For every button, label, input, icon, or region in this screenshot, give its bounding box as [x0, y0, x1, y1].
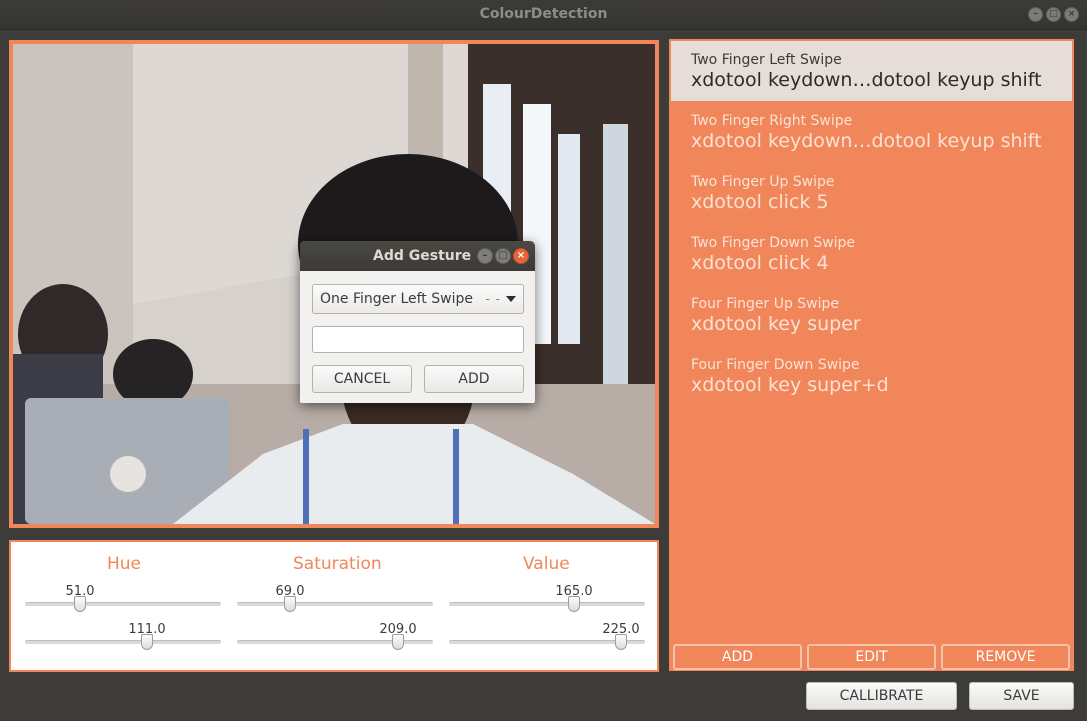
hue-max-slider[interactable]: 111.0: [25, 622, 221, 650]
gesture-name: Four Finger Down Swipe: [691, 357, 860, 373]
hue-min-slider[interactable]: 51.0: [25, 584, 221, 612]
slider-thumb[interactable]: [284, 596, 296, 612]
slider-track: [25, 602, 221, 606]
gesture-command: xdotool keydown…dotool keyup shift: [691, 69, 1042, 91]
close-icon[interactable]: ×: [513, 248, 529, 264]
gesture-name: Four Finger Up Swipe: [691, 296, 840, 312]
add-gesture-button[interactable]: ADD: [673, 644, 802, 670]
cancel-button[interactable]: CANCEL: [312, 365, 412, 393]
gesture-item-5[interactable]: Four Finger Down Swipe xdotool key super…: [671, 346, 1072, 406]
maximize-icon[interactable]: □: [495, 248, 511, 264]
window-titlebar: ColourDetection – □ ×: [0, 0, 1087, 30]
slider-thumb[interactable]: [615, 634, 627, 650]
window-title: ColourDetection: [479, 6, 608, 22]
slider-thumb[interactable]: [141, 634, 153, 650]
dialog-titlebar: Add Gesture – □ ×: [300, 241, 535, 271]
gesture-command: xdotool keydown…dotool keyup shift: [691, 130, 1042, 152]
dialog-add-button[interactable]: ADD: [424, 365, 524, 393]
gesture-select-value: One Finger Left Swipe: [320, 291, 473, 307]
gesture-list: Two Finger Left Swipe xdotool keydown…do…: [669, 39, 1074, 671]
gesture-command: xdotool key super+d: [691, 374, 889, 396]
saturation-max-slider[interactable]: 209.0: [237, 622, 433, 650]
gesture-select[interactable]: One Finger Left Swipe - -: [312, 284, 524, 314]
maximize-icon[interactable]: □: [1046, 7, 1061, 22]
minimize-icon[interactable]: –: [1028, 7, 1043, 22]
add-gesture-dialog: Add Gesture – □ × One Finger Left Swipe …: [300, 241, 535, 403]
edit-gesture-button[interactable]: EDIT: [807, 644, 936, 670]
save-button[interactable]: SAVE: [969, 682, 1074, 710]
gesture-item-1[interactable]: Two Finger Right Swipe xdotool keydown…d…: [671, 102, 1072, 162]
remove-gesture-button[interactable]: REMOVE: [941, 644, 1070, 670]
value-max-slider[interactable]: 225.0: [449, 622, 645, 650]
dialog-title: Add Gesture: [373, 248, 472, 264]
slider-thumb[interactable]: [74, 596, 86, 612]
select-indicator: - -: [485, 292, 501, 306]
minimize-icon[interactable]: –: [477, 248, 493, 264]
main-window: Hue Saturation Value 51.0 69.0 165.0 111…: [0, 30, 1087, 721]
gesture-command: xdotool click 4: [691, 252, 829, 274]
saturation-min-slider[interactable]: 69.0: [237, 584, 433, 612]
gesture-name: Two Finger Down Swipe: [691, 235, 856, 251]
hue-label: Hue: [107, 554, 142, 574]
slider-thumb[interactable]: [392, 634, 404, 650]
gesture-name: Two Finger Right Swipe: [691, 113, 853, 129]
slider-track: [25, 640, 221, 644]
gesture-command: xdotool click 5: [691, 191, 829, 213]
gesture-item-0[interactable]: Two Finger Left Swipe xdotool keydown…do…: [671, 41, 1072, 101]
close-icon[interactable]: ×: [1064, 7, 1079, 22]
gesture-name: Two Finger Up Swipe: [691, 174, 835, 190]
saturation-label: Saturation: [293, 554, 382, 574]
hsv-slider-panel: Hue Saturation Value 51.0 69.0 165.0 111…: [9, 540, 659, 672]
command-input[interactable]: [312, 326, 524, 353]
slider-thumb[interactable]: [568, 596, 580, 612]
gesture-item-4[interactable]: Four Finger Up Swipe xdotool key super: [671, 285, 1072, 345]
gesture-command: xdotool key super: [691, 313, 861, 335]
value-label: Value: [523, 554, 570, 574]
gesture-item-2[interactable]: Two Finger Up Swipe xdotool click 5: [671, 163, 1072, 223]
gesture-name: Two Finger Left Swipe: [691, 52, 842, 68]
calibrate-button[interactable]: CALLIBRATE: [806, 682, 957, 710]
slider-track: [449, 602, 645, 606]
slider-track: [237, 602, 433, 606]
value-min-slider[interactable]: 165.0: [449, 584, 645, 612]
gesture-item-3[interactable]: Two Finger Down Swipe xdotool click 4: [671, 224, 1072, 284]
chevron-down-icon: [506, 296, 516, 302]
